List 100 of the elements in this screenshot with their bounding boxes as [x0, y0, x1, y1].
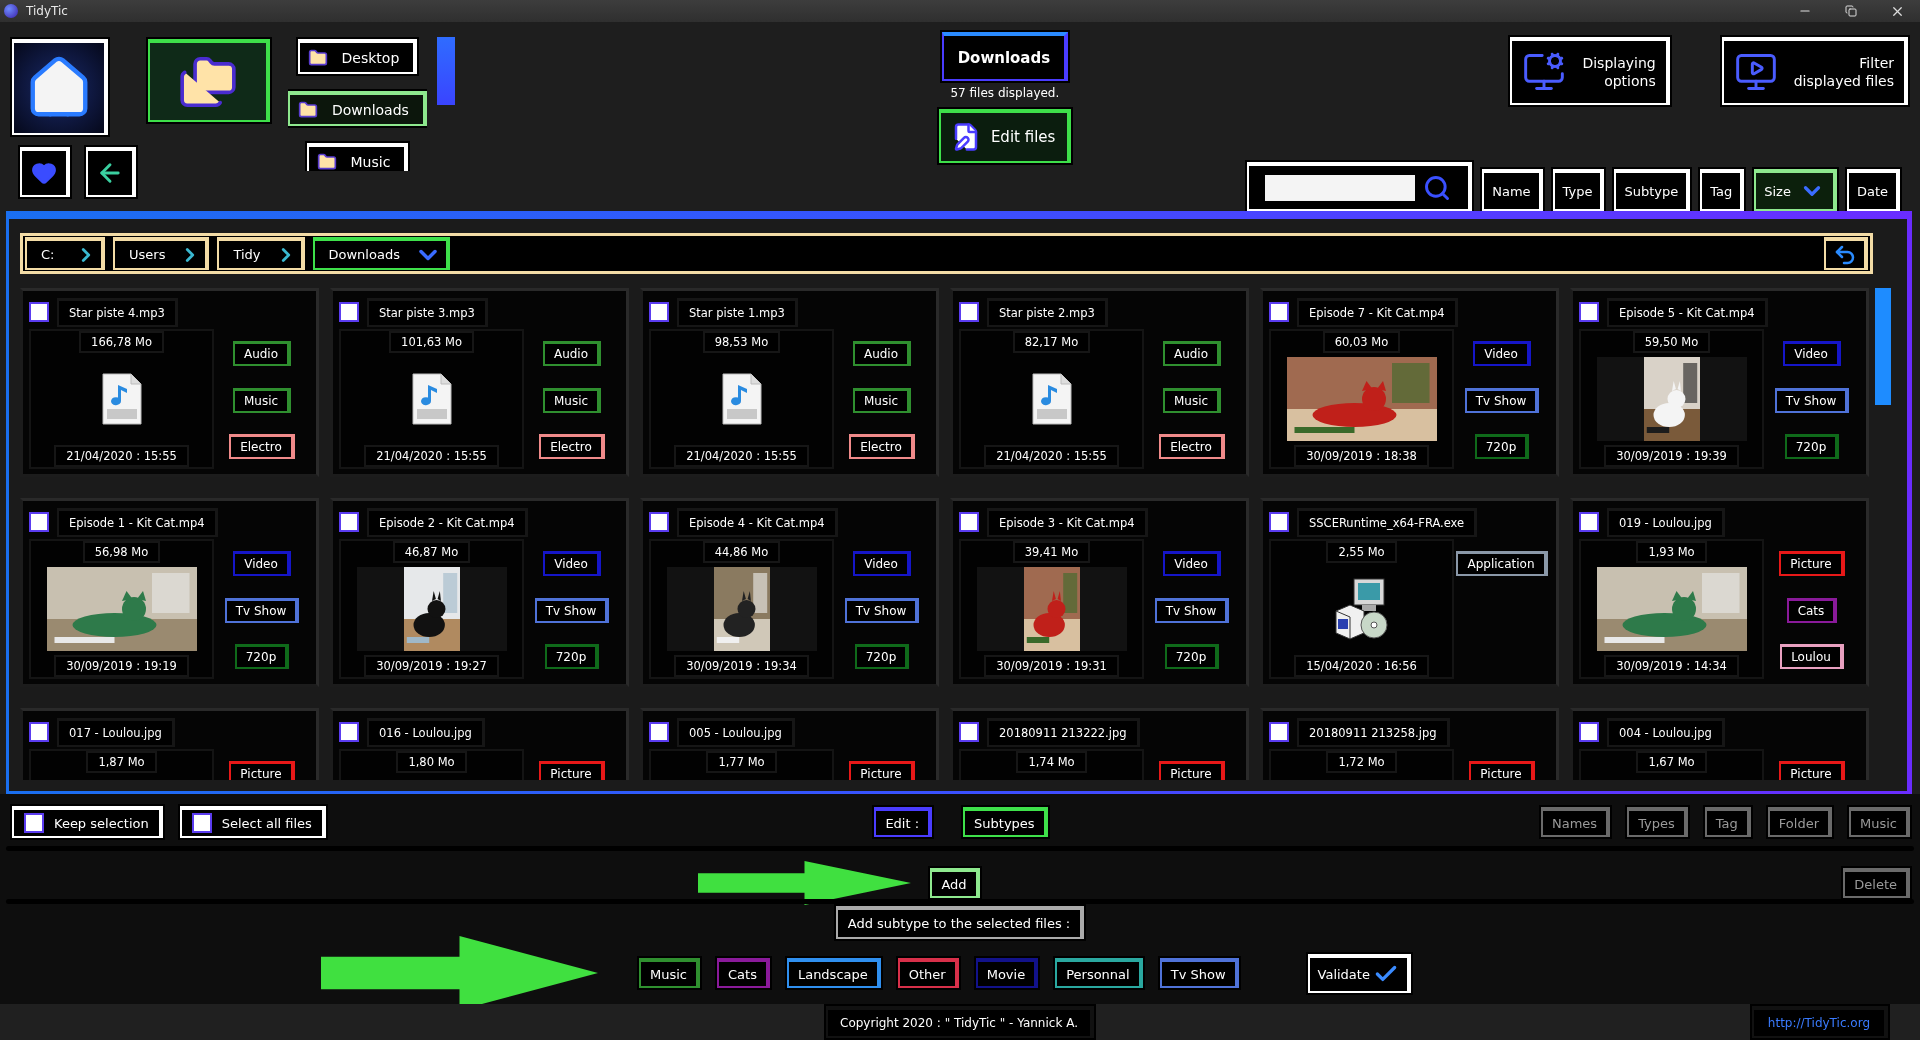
tag[interactable]: 720p	[1164, 644, 1220, 669]
subtypes-tab[interactable]: Subtypes	[963, 807, 1048, 837]
file-card[interactable]: 017 - Loulou.jpg 1,87 Mo Picture	[20, 708, 319, 780]
edit-button[interactable]: Edit :	[874, 807, 933, 837]
tag[interactable]: Picture	[1779, 761, 1845, 780]
tag[interactable]: Picture	[1159, 761, 1225, 780]
checkbox[interactable]	[959, 302, 979, 322]
tag[interactable]: Application	[1456, 551, 1548, 576]
tag[interactable]: 720p	[1784, 434, 1840, 459]
file-card[interactable]: 016 - Loulou.jpg 1,80 Mo Picture	[330, 708, 629, 780]
path-segment[interactable]: Users	[113, 237, 210, 270]
file-card[interactable]: Episode 4 - Kit Cat.mp4 44,86 Mo 30/09/2019 : 19:34 Video Tv Show 720p	[640, 498, 939, 687]
tag[interactable]: Loulou	[1780, 644, 1844, 669]
checkbox[interactable]	[1269, 512, 1289, 532]
tag[interactable]: Video	[853, 551, 911, 576]
checkbox[interactable]	[649, 512, 669, 532]
tag[interactable]: Tv Show	[844, 597, 920, 623]
sort-tab[interactable]: Size	[1754, 169, 1837, 211]
tag[interactable]: Video	[233, 551, 291, 576]
tag[interactable]: 720p	[1474, 434, 1530, 459]
tag[interactable]: Music	[1162, 387, 1222, 413]
website-link[interactable]: http://TidyTic.org	[1751, 1006, 1888, 1038]
path-segment[interactable]: C:	[25, 237, 105, 270]
tag[interactable]: Electro	[229, 434, 295, 459]
search-field[interactable]	[1247, 162, 1473, 211]
tag[interactable]: Picture	[1469, 761, 1535, 780]
path-segment[interactable]: Tidy	[217, 237, 305, 270]
file-card[interactable]: 005 - Loulou.jpg 1,77 Mo Picture	[640, 708, 939, 780]
folder-shortcut[interactable]: Desktop	[297, 39, 418, 74]
file-card[interactable]: Episode 2 - Kit Cat.mp4 46,87 Mo 30/09/2019 : 19:27 Video Tv Show 720p	[330, 498, 629, 687]
tag[interactable]: 720p	[854, 644, 910, 669]
sort-tab[interactable]: Subtype	[1614, 169, 1691, 211]
folder-shortcut[interactable]: Music	[306, 143, 409, 171]
sort-tab[interactable]: Tag	[1700, 169, 1745, 211]
favorites-button[interactable]	[20, 147, 70, 197]
tag[interactable]: Tv Show	[534, 597, 610, 623]
subtype-tag[interactable]: Other	[897, 958, 959, 988]
subtype-tag[interactable]: Personnal	[1055, 958, 1143, 988]
file-card[interactable]: SSCERuntime_x64-FRA.exe 2,55 Mo 15/04/2020 : 16:56 Application	[1260, 498, 1559, 687]
checkbox[interactable]	[649, 302, 669, 322]
file-card[interactable]: Star piste 2.mp3 82,17 Mo 21/04/2020 : 15:55 Audio Music Electro	[950, 288, 1249, 477]
checkbox[interactable]	[649, 722, 669, 742]
subtype-tag[interactable]: Landscape	[786, 958, 881, 988]
tag[interactable]: Audio	[232, 341, 292, 366]
folders-button[interactable]	[148, 39, 270, 122]
checkbox[interactable]	[339, 722, 359, 742]
tag[interactable]: 720p	[234, 644, 290, 669]
checkbox[interactable]	[1269, 302, 1289, 322]
file-card[interactable]: 20180911 213222.jpg 1,74 Mo Picture	[950, 708, 1249, 780]
back-button[interactable]	[86, 147, 136, 197]
tag[interactable]: Music	[232, 387, 292, 413]
checkbox[interactable]	[339, 302, 359, 322]
checkbox[interactable]	[1269, 722, 1289, 742]
tag[interactable]: Tv Show	[1774, 387, 1850, 413]
sort-tab[interactable]: Date	[1846, 169, 1900, 211]
file-card[interactable]: Star piste 4.mp3 166,78 Mo 21/04/2020 : 15:55 Audio Music Electro	[20, 288, 319, 477]
tag[interactable]: Electro	[539, 434, 605, 459]
subtype-tag[interactable]: Movie	[975, 958, 1039, 988]
file-card[interactable]: 20180911 213258.jpg 1,72 Mo Picture	[1260, 708, 1559, 780]
tag[interactable]: Video	[1783, 341, 1841, 366]
file-card[interactable]: Star piste 1.mp3 98,53 Mo 21/04/2020 : 15:55 Audio Music Electro	[640, 288, 939, 477]
tag[interactable]: Picture	[1779, 551, 1845, 576]
file-card[interactable]: Star piste 3.mp3 101,63 Mo 21/04/2020 : 15:55 Audio Music Electro	[330, 288, 629, 477]
tag[interactable]: Tv Show	[224, 597, 300, 623]
sort-tab[interactable]: Name	[1482, 169, 1543, 211]
checkbox[interactable]	[959, 512, 979, 532]
tag[interactable]: Tv Show	[1154, 597, 1230, 623]
subtype-tag[interactable]: Music	[639, 958, 700, 988]
tag[interactable]: Audio	[1162, 341, 1222, 366]
sort-tab[interactable]: Type	[1552, 169, 1605, 211]
checkbox[interactable]	[1579, 302, 1599, 322]
selection-button[interactable]: Keep selection	[12, 806, 163, 838]
tag[interactable]: 720p	[544, 644, 600, 669]
tag[interactable]: Video	[1473, 341, 1531, 366]
folder-shortcut[interactable]: Downloads	[288, 91, 427, 126]
tag[interactable]: Music	[542, 387, 602, 413]
checkbox[interactable]	[1579, 722, 1599, 742]
tag[interactable]: Cats	[1786, 597, 1838, 623]
file-card[interactable]: Episode 7 - Kit Cat.mp4 60,03 Mo 30/09/2019 : 18:38 Video Tv Show 720p	[1260, 288, 1559, 477]
checkbox[interactable]	[29, 512, 49, 532]
checkbox[interactable]	[339, 512, 359, 532]
checkbox[interactable]	[29, 302, 49, 322]
validate-button[interactable]: Validate	[1307, 953, 1411, 993]
file-card[interactable]: Episode 1 - Kit Cat.mp4 56,98 Mo 30/09/2019 : 19:19 Video Tv Show 720p	[20, 498, 319, 687]
file-card[interactable]: Episode 5 - Kit Cat.mp4 59,50 Mo 30/09/2019 : 19:39 Video Tv Show 720p	[1570, 288, 1869, 477]
checkbox[interactable]	[959, 722, 979, 742]
subtype-tag[interactable]: Cats	[717, 958, 770, 988]
tag[interactable]: Electro	[1159, 434, 1225, 459]
tag[interactable]: Picture	[229, 761, 295, 780]
scrollbar[interactable]	[1875, 288, 1891, 405]
options-button[interactable]: Filter displayed files	[1721, 37, 1908, 105]
tag[interactable]: Video	[543, 551, 601, 576]
edit-files-button[interactable]: Edit files	[938, 109, 1071, 163]
tag[interactable]: Audio	[542, 341, 602, 366]
checkbox[interactable]	[1579, 512, 1599, 532]
tag[interactable]: Picture	[849, 761, 915, 780]
home-button[interactable]	[12, 39, 108, 135]
tag[interactable]: Picture	[539, 761, 605, 780]
current-folder-button[interactable]: Downloads	[941, 32, 1069, 81]
tag[interactable]: Tv Show	[1464, 387, 1540, 413]
